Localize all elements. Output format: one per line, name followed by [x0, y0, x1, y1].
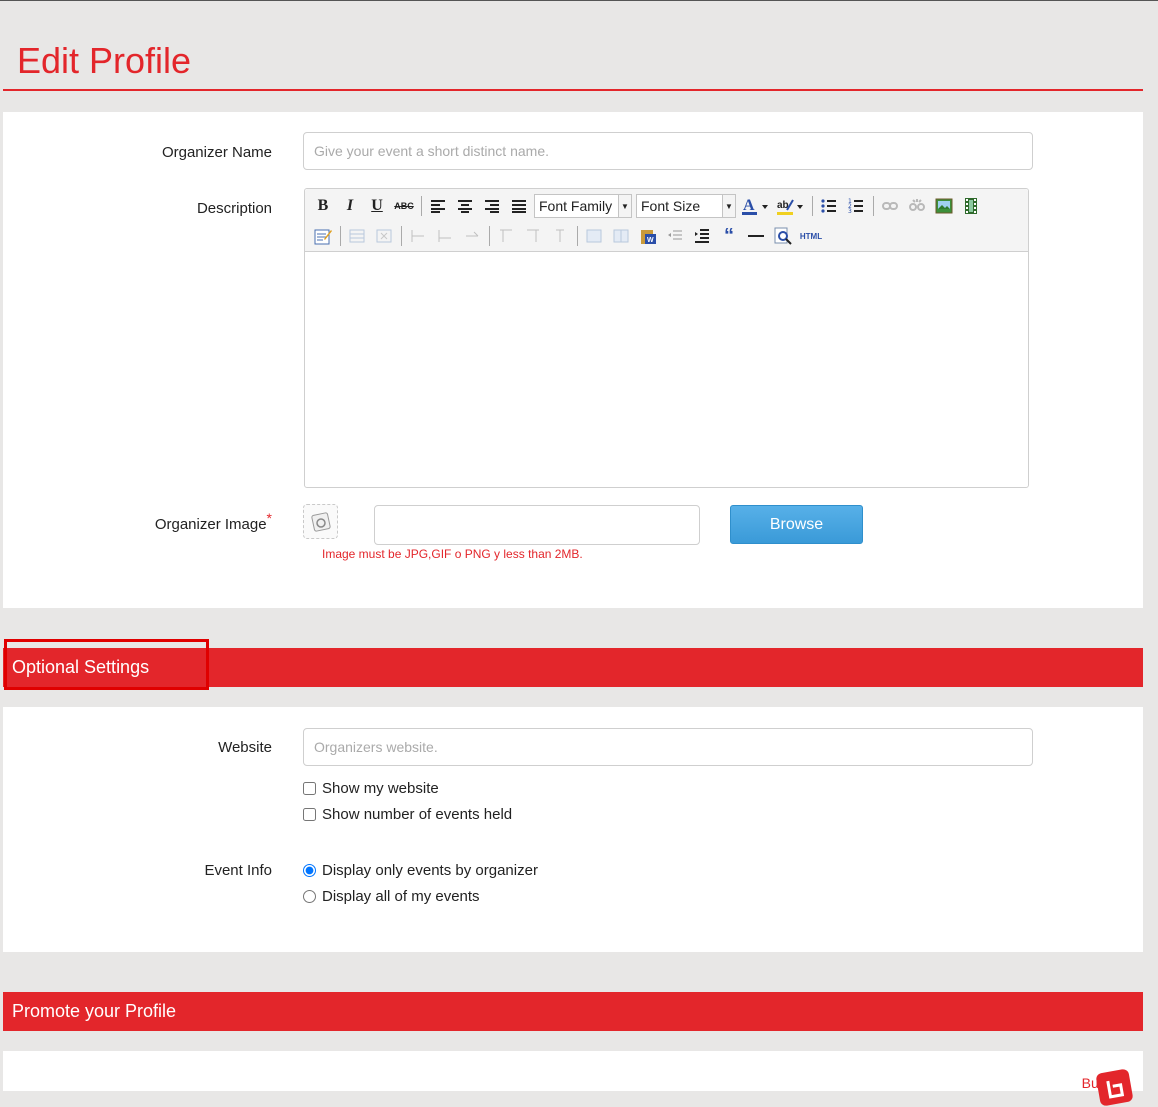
highlight-color-icon[interactable]: ab	[775, 194, 807, 218]
align-center-icon[interactable]	[453, 194, 477, 218]
font-family-select[interactable]: Font Family ▼	[534, 194, 632, 218]
underline-icon[interactable]: U	[365, 194, 389, 218]
required-mark: *	[266, 510, 272, 526]
promote-badge-icon[interactable]	[1095, 1068, 1134, 1107]
image-hint: Image must be JPG,GIF o PNG y less than …	[322, 547, 583, 561]
indent-icon[interactable]	[690, 224, 714, 248]
show-events-checkbox[interactable]	[303, 808, 316, 821]
show-events-option[interactable]: Show number of events held	[303, 806, 512, 823]
toolbar-separator	[873, 196, 874, 216]
highlight-box	[4, 639, 209, 690]
font-size-select[interactable]: Font Size ▼	[636, 194, 736, 218]
page-title: Edit Profile	[17, 40, 192, 81]
browse-button[interactable]: Browse	[730, 505, 863, 544]
col-before-icon[interactable]	[494, 224, 518, 248]
chevron-down-icon: ▼	[722, 195, 735, 217]
image-placeholder-icon	[303, 504, 338, 539]
blockquote-icon[interactable]: “	[717, 224, 741, 248]
horizontal-rule-icon[interactable]	[744, 224, 768, 248]
merge-cells-icon[interactable]	[582, 224, 606, 248]
row-after-icon[interactable]	[433, 224, 457, 248]
table-icon[interactable]	[345, 224, 369, 248]
paste-word-icon[interactable]: W	[636, 224, 660, 248]
image-icon[interactable]	[932, 194, 956, 218]
file-path-input[interactable]	[374, 505, 700, 545]
toolbar-separator	[489, 226, 490, 246]
unlink-icon[interactable]	[905, 194, 929, 218]
table-delete-icon[interactable]	[372, 224, 396, 248]
outdent-icon[interactable]	[663, 224, 687, 248]
organizer-image-label: Organizer Image*	[3, 511, 272, 533]
align-justify-icon[interactable]	[507, 194, 531, 218]
event-option-all[interactable]: Display all of my events	[303, 888, 480, 905]
event-option-organizer-radio[interactable]	[303, 864, 316, 877]
event-option-all-label: Display all of my events	[322, 888, 480, 905]
organizer-name-label: Organizer Name	[161, 144, 272, 161]
toolbar-row-1: B I U ABC Font Family ▼ Font Size ▼ A ab…	[311, 193, 986, 219]
row-delete-icon[interactable]	[460, 224, 484, 248]
show-website-checkbox[interactable]	[303, 782, 316, 795]
description-editor: B I U ABC Font Family ▼ Font Size ▼ A ab…	[304, 188, 1029, 488]
top-border	[0, 0, 1158, 1]
font-color-icon[interactable]: A	[740, 194, 772, 218]
toolbar-separator	[812, 196, 813, 216]
media-icon[interactable]	[959, 194, 983, 218]
col-delete-icon[interactable]	[548, 224, 572, 248]
event-option-all-radio[interactable]	[303, 890, 316, 903]
edit-source-icon[interactable]	[311, 224, 335, 248]
link-icon[interactable]	[878, 194, 902, 218]
website-input[interactable]	[303, 728, 1033, 766]
show-website-option[interactable]: Show my website	[303, 780, 439, 797]
promote-panel	[3, 1051, 1143, 1091]
italic-icon[interactable]: I	[338, 194, 362, 218]
promote-header: Promote your Profile	[3, 992, 1143, 1031]
preview-icon[interactable]	[771, 224, 795, 248]
svg-text:3: 3	[848, 208, 852, 214]
description-label: Description	[196, 200, 272, 217]
event-option-organizer-label: Display only events by organizer	[322, 862, 538, 879]
website-label: Website	[218, 739, 272, 756]
html-icon[interactable]: HTML	[798, 224, 824, 248]
chevron-down-icon: ▼	[618, 195, 631, 217]
bullet-list-icon[interactable]	[817, 194, 841, 218]
description-textarea[interactable]	[305, 252, 1028, 487]
toolbar-separator	[401, 226, 402, 246]
event-option-organizer[interactable]: Display only events by organizer	[303, 862, 538, 879]
editor-toolbar: B I U ABC Font Family ▼ Font Size ▼ A ab…	[305, 189, 1028, 252]
organizer-image-label-text: Organizer Image	[154, 516, 267, 533]
split-cells-icon[interactable]	[609, 224, 633, 248]
toolbar-separator	[340, 226, 341, 246]
toolbar-row-2: W “ HTML	[311, 223, 827, 249]
title-divider	[3, 89, 1143, 91]
numbered-list-icon[interactable]: 123	[844, 194, 868, 218]
toolbar-separator	[421, 196, 422, 216]
font-family-label: Font Family	[539, 198, 613, 214]
row-before-icon[interactable]	[406, 224, 430, 248]
show-events-label: Show number of events held	[322, 806, 513, 823]
font-size-label: Font Size	[641, 198, 701, 214]
align-left-icon[interactable]	[426, 194, 450, 218]
event-info-label: Event Info	[204, 862, 272, 879]
promote-title: Promote your Profile	[12, 1001, 177, 1021]
align-right-icon[interactable]	[480, 194, 504, 218]
toolbar-separator	[577, 226, 578, 246]
strikethrough-icon[interactable]: ABC	[392, 194, 416, 218]
bold-icon[interactable]: B	[311, 194, 335, 218]
col-after-icon[interactable]	[521, 224, 545, 248]
organizer-name-input[interactable]	[303, 132, 1033, 170]
show-website-label: Show my website	[322, 780, 439, 797]
svg-text:A: A	[743, 197, 755, 214]
svg-text:W: W	[647, 237, 654, 244]
